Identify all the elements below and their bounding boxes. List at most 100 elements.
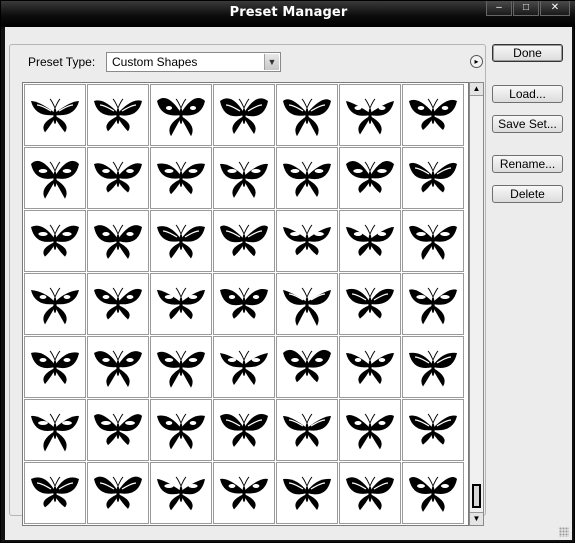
shape-thumbnail[interactable] <box>24 462 86 524</box>
shape-thumbnail[interactable] <box>150 336 212 398</box>
butterfly-icon <box>409 476 457 512</box>
shape-thumbnail[interactable] <box>87 273 149 335</box>
butterfly-icon <box>346 98 394 135</box>
save-set-button[interactable]: Save Set... <box>492 115 563 133</box>
butterfly-icon <box>220 161 268 198</box>
butterfly-icon <box>220 476 268 510</box>
shape-thumbnail[interactable] <box>213 399 275 461</box>
butterfly-icon <box>283 476 331 510</box>
shape-thumbnail[interactable] <box>276 399 338 461</box>
shape-thumbnail[interactable] <box>213 273 275 335</box>
shape-thumbnail[interactable] <box>339 462 401 524</box>
preset-group: Preset Type: Custom Shapes ▼ ▸ ▲ ▼ <box>9 44 486 526</box>
shape-thumbnail[interactable] <box>24 399 86 461</box>
butterfly-icon <box>157 224 205 259</box>
minimize-button[interactable]: ‒ <box>486 1 512 16</box>
butterfly-icon <box>94 98 142 132</box>
shape-thumbnail[interactable] <box>402 147 464 209</box>
shape-thumbnail[interactable] <box>402 462 464 524</box>
butterfly-icon <box>31 160 79 199</box>
maximize-button[interactable]: □ <box>513 1 539 16</box>
scroll-thumb[interactable] <box>472 484 481 508</box>
shape-thumbnail[interactable] <box>339 336 401 398</box>
butterfly-icon <box>157 287 205 320</box>
shape-thumbnail[interactable] <box>87 462 149 524</box>
shape-thumbnail[interactable] <box>24 147 86 209</box>
shape-thumbnail[interactable] <box>87 210 149 272</box>
title-bar[interactable]: Preset Manager ‒ □ ✕ <box>1 1 575 27</box>
butterfly-icon <box>283 413 331 447</box>
butterfly-icon <box>94 161 142 193</box>
butterfly-icon <box>409 350 457 387</box>
shape-thumbnail[interactable] <box>339 84 401 146</box>
flyout-menu-icon[interactable]: ▸ <box>470 55 483 68</box>
butterfly-icon <box>94 287 142 320</box>
shape-thumbnail[interactable] <box>150 399 212 461</box>
butterfly-icon <box>31 350 79 385</box>
butterfly-icon <box>409 224 457 260</box>
scroll-down-arrow-icon[interactable]: ▼ <box>470 512 483 525</box>
window-title: Preset Manager <box>229 5 348 20</box>
rename-button[interactable]: Rename... <box>492 155 563 173</box>
butterfly-icon <box>283 349 331 383</box>
shape-thumbnail[interactable] <box>150 273 212 335</box>
shape-thumbnail[interactable] <box>87 399 149 461</box>
butterfly-icon <box>31 413 79 452</box>
shape-thumbnail[interactable] <box>24 273 86 335</box>
butterfly-icon <box>283 287 331 326</box>
shape-thumbnail[interactable] <box>213 462 275 524</box>
shape-thumbnail[interactable] <box>24 336 86 398</box>
shape-thumbnail[interactable] <box>24 84 86 146</box>
butterfly-icon <box>220 413 268 447</box>
butterfly-icon <box>31 98 79 133</box>
butterfly-icon <box>31 287 79 325</box>
shape-thumbnail[interactable] <box>276 210 338 272</box>
shape-thumbnail[interactable] <box>150 84 212 146</box>
shape-thumbnail[interactable] <box>339 147 401 209</box>
close-button[interactable]: ✕ <box>540 1 570 16</box>
butterfly-icon <box>283 224 331 256</box>
shape-thumbnail[interactable] <box>213 336 275 398</box>
shape-thumbnail[interactable] <box>87 336 149 398</box>
load-button[interactable]: Load... <box>492 85 563 103</box>
shape-thumbnail[interactable] <box>150 210 212 272</box>
scrollbar[interactable]: ▲ ▼ <box>469 82 484 526</box>
shape-thumbnail[interactable] <box>402 84 464 146</box>
preset-type-label: Preset Type: <box>26 55 98 69</box>
scroll-up-arrow-icon[interactable]: ▲ <box>470 83 483 96</box>
shape-thumbnail[interactable] <box>276 336 338 398</box>
shape-thumbnail[interactable] <box>339 273 401 335</box>
shape-thumbnail[interactable] <box>402 336 464 398</box>
resize-grip-icon[interactable] <box>559 527 569 537</box>
shape-thumbnail[interactable] <box>276 84 338 146</box>
butterfly-icon <box>409 98 457 130</box>
butterfly-icon <box>94 350 142 388</box>
shape-thumbnail[interactable] <box>213 210 275 272</box>
delete-button[interactable]: Delete <box>492 185 563 203</box>
butterfly-icon <box>346 287 394 319</box>
shape-thumbnail[interactable] <box>402 210 464 272</box>
shape-thumbnail[interactable] <box>402 399 464 461</box>
butterfly-icon <box>157 98 205 137</box>
chevron-down-icon[interactable]: ▼ <box>264 54 279 70</box>
preset-type-select[interactable]: Custom Shapes ▼ <box>106 52 281 72</box>
preset-manager-window: Preset Manager ‒ □ ✕ Preset Type: Custom… <box>0 0 575 543</box>
shape-thumbnail[interactable] <box>276 273 338 335</box>
shape-thumbnail[interactable] <box>87 147 149 209</box>
shape-thumbnail[interactable] <box>213 84 275 146</box>
butterfly-icon <box>283 98 331 137</box>
shape-thumbnail[interactable] <box>150 147 212 209</box>
shape-thumbnail[interactable] <box>402 273 464 335</box>
butterfly-icon <box>220 287 268 319</box>
done-button[interactable]: Done <box>492 44 563 62</box>
butterfly-icon <box>220 98 268 134</box>
butterfly-icon <box>346 350 394 385</box>
shape-thumbnail[interactable] <box>339 210 401 272</box>
shape-thumbnail[interactable] <box>87 84 149 146</box>
shape-thumbnail[interactable] <box>24 210 86 272</box>
shape-thumbnail[interactable] <box>276 147 338 209</box>
shape-thumbnail[interactable] <box>213 147 275 209</box>
shape-thumbnail[interactable] <box>276 462 338 524</box>
shape-thumbnail[interactable] <box>339 399 401 461</box>
shape-thumbnail[interactable] <box>150 462 212 524</box>
